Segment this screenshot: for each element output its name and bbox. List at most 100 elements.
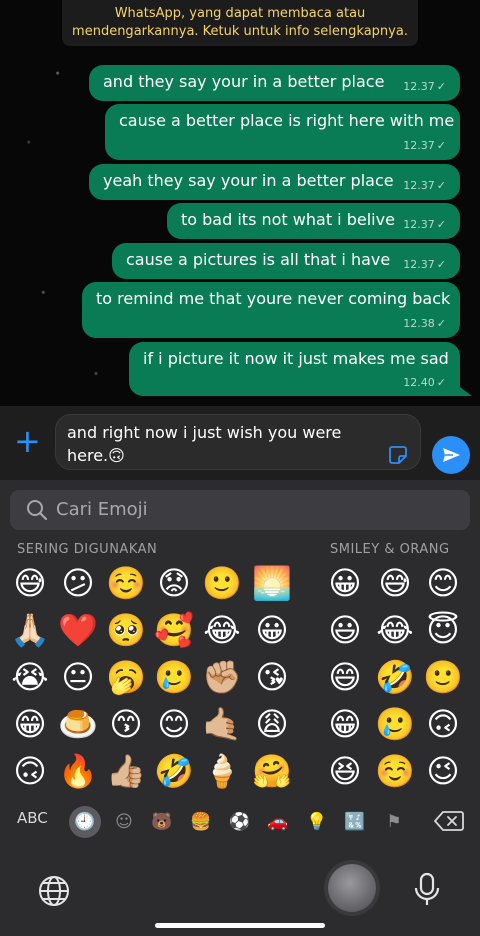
emoji-key[interactable]: ❤️ <box>58 610 98 650</box>
emoji-key[interactable]: 🍦 <box>202 751 242 791</box>
emoji-key[interactable]: 😁 <box>10 704 50 744</box>
emoji-key[interactable]: 😕 <box>58 563 98 603</box>
emoji-key[interactable]: 🤙🏼 <box>202 704 242 744</box>
message-bubble[interactable]: yeah they say your in a better place 12.… <box>89 164 460 200</box>
emoji-key[interactable]: 😃 <box>325 610 365 650</box>
smiley-people-label: SMILEY & ORANG <box>330 542 450 557</box>
emoji-key[interactable]: 😇 <box>423 610 463 650</box>
backspace-icon[interactable] <box>434 810 464 832</box>
category-activity-icon[interactable]: ⚽ <box>226 810 254 834</box>
notice-line-1: WhatsApp, yang dapat membaca atau <box>114 6 366 21</box>
abc-keyboard-button[interactable]: ABC <box>17 809 48 827</box>
message-text: to remind me that youre never coming bac… <box>96 289 451 308</box>
emoji-key[interactable]: 😂 <box>375 610 415 650</box>
category-flags-icon[interactable]: ⚑ <box>380 810 408 834</box>
emoji-key[interactable]: 🥲 <box>375 704 415 744</box>
emoji-key[interactable]: 🙂 <box>202 563 242 603</box>
emoji-key[interactable]: 😊 <box>423 563 463 603</box>
message-input-value: and right now i just wish you were here.… <box>67 423 342 465</box>
sent-check-icon: ✓ <box>436 258 446 271</box>
emoji-key[interactable]: 🍮 <box>58 704 98 744</box>
message-text: cause a better place is right here with … <box>119 111 455 130</box>
emoji-key[interactable]: 🥱 <box>106 657 146 697</box>
message-time: 12.37 ✓ <box>403 179 446 192</box>
emoji-keyboard: Cari Emoji SERING DIGUNAKAN SMILEY & ORA… <box>0 480 480 936</box>
message-time: 12.37 ✓ <box>403 80 446 93</box>
emoji-key[interactable]: 😁 <box>325 704 365 744</box>
message-text: to bad its not what i belive <box>181 210 395 229</box>
sticker-icon[interactable] <box>388 445 408 465</box>
message-text: cause a pictures is all that i have <box>126 250 391 269</box>
emoji-key[interactable]: 🌅 <box>252 563 292 603</box>
emoji-key[interactable]: 😄 <box>325 657 365 697</box>
emoji-key[interactable]: 🤗 <box>252 751 292 791</box>
bubble-tail <box>456 384 472 396</box>
emoji-key[interactable]: 😐 <box>58 657 98 697</box>
message-bubble[interactable]: and they say your in a better place 12.3… <box>89 65 460 101</box>
emoji-key[interactable]: ☺️ <box>106 563 146 603</box>
emoji-key[interactable]: 😙 <box>106 704 146 744</box>
message-text: if i picture it now it just makes me sad <box>143 349 449 368</box>
emoji-key[interactable]: 😩 <box>252 704 292 744</box>
message-text: yeah they say your in a better place <box>103 171 394 190</box>
emoji-search-placeholder: Cari Emoji <box>56 499 148 520</box>
message-bubble[interactable]: to bad its not what i belive 12.37 ✓ <box>167 203 460 239</box>
category-symbols-icon[interactable]: 🔣 <box>341 810 369 834</box>
emoji-key[interactable]: 🙏🏻 <box>10 610 50 650</box>
category-travel-icon[interactable]: 🚗 <box>264 810 292 834</box>
sent-check-icon: ✓ <box>436 179 446 192</box>
dictation-indicator[interactable] <box>328 864 376 912</box>
send-button[interactable] <box>432 436 470 474</box>
emoji-key[interactable]: 😀 <box>252 610 292 650</box>
category-recent-icon[interactable]: 🕘 <box>69 806 101 838</box>
emoji-key[interactable]: 😉 <box>423 751 463 791</box>
chat-area[interactable]: WhatsApp, yang dapat membaca atau menden… <box>0 0 480 406</box>
message-time: 12.37 ✓ <box>403 258 446 271</box>
message-bubble[interactable]: cause a pictures is all that i have 12.3… <box>112 243 460 279</box>
category-animals-icon[interactable]: 🐻 <box>148 810 176 834</box>
emoji-key[interactable]: 👍🏼 <box>106 751 146 791</box>
emoji-key[interactable]: 😟 <box>154 563 194 603</box>
message-time: 12.38 ✓ <box>403 317 446 330</box>
sent-check-icon: ✓ <box>436 376 446 389</box>
notice-line-2: mendengarkannya. Ketuk untuk info seleng… <box>72 24 408 39</box>
globe-icon[interactable] <box>38 875 70 907</box>
emoji-key[interactable]: ☺️ <box>375 751 415 791</box>
emoji-key[interactable]: 🤣 <box>375 657 415 697</box>
emoji-key[interactable]: 🔥 <box>58 751 98 791</box>
category-food-icon[interactable]: 🍔 <box>187 810 215 834</box>
emoji-key[interactable]: 😂 <box>202 610 242 650</box>
emoji-key[interactable]: 😭 <box>10 657 50 697</box>
emoji-search-field[interactable]: Cari Emoji <box>10 490 470 530</box>
message-bubble[interactable]: to remind me that youre never coming bac… <box>82 282 460 338</box>
emoji-key[interactable]: 🤣 <box>154 751 194 791</box>
microphone-icon[interactable] <box>414 872 440 908</box>
message-bubble[interactable]: if i picture it now it just makes me sad… <box>129 342 460 396</box>
message-time: 12.40 ✓ <box>403 376 446 389</box>
emoji-key[interactable]: 😘 <box>252 657 292 697</box>
emoji-key[interactable]: 😆 <box>325 751 365 791</box>
emoji-key[interactable]: 😀 <box>325 563 365 603</box>
message-time: 12.37 ✓ <box>403 218 446 231</box>
emoji-key[interactable]: 🙂 <box>423 657 463 697</box>
emoji-key[interactable]: 🙃 <box>423 704 463 744</box>
emoji-key[interactable]: 🙃 <box>10 751 50 791</box>
message-input[interactable]: and right now i just wish you were here.… <box>55 414 421 470</box>
emoji-key[interactable]: 😅 <box>10 563 50 603</box>
emoji-key[interactable]: 🥲 <box>154 657 194 697</box>
message-text: and they say your in a better place <box>103 72 385 91</box>
sent-check-icon: ✓ <box>436 139 446 152</box>
attach-plus-icon[interactable]: + <box>14 425 41 457</box>
emoji-key[interactable]: 🥰 <box>154 610 194 650</box>
message-bubble[interactable]: cause a better place is right here with … <box>105 104 460 160</box>
category-smileys-icon[interactable]: ☺ <box>110 810 138 834</box>
frequently-used-label: SERING DIGUNAKAN <box>17 542 158 557</box>
emoji-key[interactable]: 😊 <box>154 704 194 744</box>
emoji-key[interactable]: 😅 <box>375 563 415 603</box>
category-objects-icon[interactable]: 💡 <box>303 810 331 834</box>
emoji-key[interactable]: ✊🏼 <box>202 657 242 697</box>
encryption-notice[interactable]: WhatsApp, yang dapat membaca atau menden… <box>62 0 418 46</box>
send-arrow-icon <box>443 448 460 462</box>
sent-check-icon: ✓ <box>436 80 446 93</box>
emoji-key[interactable]: 🥺 <box>106 610 146 650</box>
